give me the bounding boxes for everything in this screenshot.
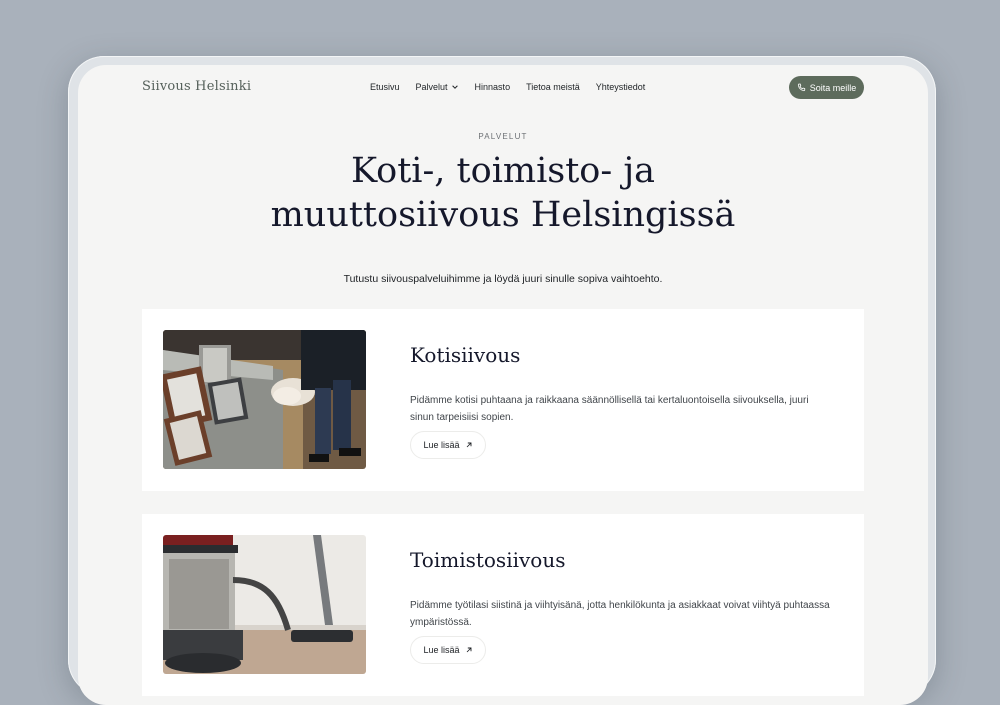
site-logo[interactable]: Siivous Helsinki: [142, 79, 251, 94]
page-subtitle: Tutustu siivouspalveluihimme ja löydä ju…: [343, 272, 663, 285]
read-more-label: Lue lisää: [423, 440, 460, 450]
service-title: Toimistosiivous: [410, 548, 566, 572]
phone-icon: [797, 83, 805, 92]
section-eyebrow: PALVELUT: [478, 132, 528, 141]
nav-item-hinnasto[interactable]: Hinnasto: [475, 82, 511, 92]
nav-item-tietoa-meista[interactable]: Tietoa meistä: [526, 82, 580, 92]
service-image-kotisiivous: [163, 330, 366, 469]
nav-item-palvelut[interactable]: Palvelut: [416, 82, 459, 92]
nav-label: Palvelut: [415, 82, 448, 92]
browser-screen: Siivous Helsinki Etusivu Palvelut Hinnas…: [78, 65, 928, 705]
nav-label: Etusivu: [370, 82, 400, 92]
page-title-line-1: Koti-, toimisto- ja: [350, 151, 656, 191]
read-more-label: Lue lisää: [423, 645, 460, 655]
chevron-down-icon: [451, 85, 458, 89]
arrow-up-right-icon: [466, 647, 471, 653]
read-more-button[interactable]: Lue lisää: [410, 431, 486, 459]
page-title-line-2: muuttosiivous Helsingissä: [270, 195, 736, 235]
service-card-toimistosiivous: Toimistosiivous Pidämme työtilasi siisti…: [142, 514, 864, 696]
service-description: Pidämme kotisi puhtaana ja raikkaana sää…: [410, 395, 809, 423]
service-title: Kotisiivous: [410, 343, 521, 367]
nav-item-yhteystiedot[interactable]: Yhteystiedot: [596, 82, 646, 92]
service-image-toimistosiivous: [163, 535, 366, 674]
service-description: Pidämme työtilasi siistinä ja viihtyisän…: [410, 600, 830, 628]
arrow-up-right-icon: [466, 442, 471, 448]
nav-label: Yhteystiedot: [595, 82, 646, 92]
main-nav: Etusivu Palvelut Hinnasto Tietoa meistä …: [370, 82, 645, 92]
cta-label: Soita meille: [809, 82, 857, 93]
page-title: Koti-, toimisto- ja muuttosiivous Helsin…: [78, 149, 928, 237]
nav-label: Hinnasto: [474, 82, 511, 92]
call-us-button[interactable]: Soita meille: [789, 76, 864, 99]
service-card-kotisiivous: Kotisiivous Pidämme kotisi puhtaana ja r…: [142, 309, 864, 491]
nav-item-etusivu[interactable]: Etusivu: [370, 82, 400, 92]
nav-label: Tietoa meistä: [526, 82, 580, 92]
read-more-button[interactable]: Lue lisää: [410, 636, 486, 664]
